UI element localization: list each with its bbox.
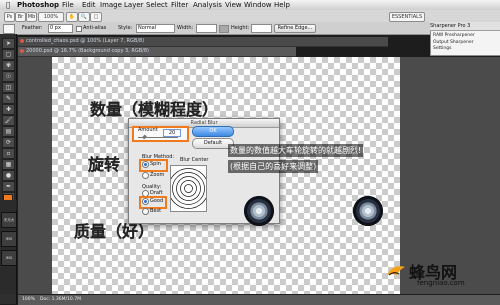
best-label: Best: [150, 208, 162, 214]
amount-input[interactable]: 20: [163, 129, 181, 137]
wheel-icon-2: [353, 196, 383, 226]
zoom-icon[interactable]: 🔍: [78, 12, 90, 22]
menu-select[interactable]: Select: [146, 0, 168, 10]
sharpener-item-1[interactable]: RAW Presharpener: [433, 33, 475, 38]
close-tab-1-icon[interactable]: [20, 39, 24, 43]
good-label: Good: [150, 198, 164, 204]
rotation-annotation: 旋转: [88, 155, 121, 174]
widget-2[interactable]: IMG: [1, 231, 17, 247]
workspace-button[interactable]: ESSENTIALS: [389, 12, 425, 22]
gradient-tool-icon[interactable]: ▦: [2, 159, 15, 170]
menu-view[interactable]: View: [225, 0, 242, 10]
anti-alias-checkbox[interactable]: [76, 26, 82, 32]
marquee-tool-icon[interactable]: [3, 24, 15, 34]
menu-edit[interactable]: Edit: [82, 0, 96, 10]
document-tab-1[interactable]: controlled_chaos.psd @ 100% (Layer 7, RG…: [18, 37, 388, 47]
healing-tool-icon[interactable]: ✚: [2, 104, 15, 115]
widget-2-label: IMG: [5, 237, 13, 241]
widget-1-label: 天元大: [3, 218, 15, 222]
height-label: Height:: [231, 25, 250, 31]
document-tab-2-title: 20000.psd @ 16.7% (Background copy 3, RG…: [26, 48, 149, 54]
widget-1[interactable]: 天元大: [1, 212, 17, 228]
lasso-tool-icon[interactable]: ✾: [2, 60, 15, 71]
hand-icon[interactable]: ✋: [66, 12, 78, 22]
menu-file[interactable]: File: [62, 0, 74, 10]
best-radio[interactable]: [142, 208, 149, 215]
app-name[interactable]: Photoshop: [17, 0, 59, 10]
crop-tool-icon[interactable]: ◫: [2, 82, 15, 93]
feather-label: Feather:: [22, 25, 43, 31]
spin-radio[interactable]: [142, 161, 149, 168]
status-doc: Doc: 1.36M/10.7M: [40, 297, 81, 302]
menu-help[interactable]: Help: [274, 0, 290, 10]
marquee-tool-icon-left[interactable]: ▢: [2, 49, 15, 60]
refine-edge-button[interactable]: Refine Edge...: [274, 24, 316, 33]
bird-logo-icon: [387, 266, 405, 276]
note-line-1: 数量的数值越大车轮旋转的就越剧烈!: [228, 144, 364, 157]
sharpener-item-2[interactable]: Output Sharpener: [433, 40, 473, 45]
good-radio[interactable]: [142, 198, 149, 205]
document-tab-1-title: controlled_chaos.psd @ 100% (Layer 7, RG…: [26, 38, 145, 44]
widget-3-label: IMG: [5, 256, 13, 260]
bridge-icon[interactable]: Br: [15, 12, 26, 22]
swap-icon[interactable]: [219, 25, 229, 33]
widget-3[interactable]: IMG: [1, 250, 17, 266]
sharpener-panel-header: Sharpener Pro 3: [430, 22, 500, 31]
sharpener-item-3[interactable]: Settings: [433, 46, 451, 51]
document-tab-2[interactable]: 20000.psd @ 16.7% (Background copy 3, RG…: [18, 47, 296, 57]
mini-bridge-icon[interactable]: Mb: [26, 12, 37, 22]
menu-analysis[interactable]: Analysis: [193, 0, 222, 10]
quick-select-tool-icon[interactable]: ☉: [2, 71, 15, 82]
zoom-level[interactable]: 100%: [38, 12, 64, 22]
blur-center-label: Blur Center: [180, 157, 209, 163]
brush-tool-icon[interactable]: 🖌: [2, 115, 15, 126]
wheel-icon-1: [244, 196, 274, 226]
arrange-icon[interactable]: □: [90, 12, 102, 22]
zoom-radio[interactable]: [142, 172, 149, 179]
pen-tool-icon[interactable]: ✒: [2, 181, 15, 192]
menu-filter[interactable]: Filter: [171, 0, 188, 10]
move-tool-icon[interactable]: ➤: [2, 38, 15, 49]
eraser-tool-icon[interactable]: ▫: [2, 148, 15, 159]
status-zoom: 100%: [22, 297, 35, 302]
dodge-tool-icon[interactable]: ●: [2, 170, 15, 181]
zoom-label: Zoom: [150, 172, 165, 178]
history-brush-tool-icon[interactable]: ⟳: [2, 137, 15, 148]
style-label: Style:: [118, 25, 133, 31]
clone-stamp-tool-icon[interactable]: ▤: [2, 126, 15, 137]
amount-label: Amount: [138, 127, 158, 133]
status-bar: 100% Doc: 1.36M/10.7M: [18, 294, 500, 305]
options-bar: Feather: 0 px Anti-alias Style: Normal W…: [0, 22, 500, 35]
close-tab-2-icon[interactable]: [20, 49, 24, 53]
spin-label: Spin: [150, 161, 161, 167]
ok-button[interactable]: OK: [192, 126, 234, 137]
height-input[interactable]: [251, 24, 272, 33]
anti-alias-label: Anti-alias: [83, 25, 107, 31]
width-input[interactable]: [196, 24, 217, 33]
amount-annotation: 数量（模糊程度）: [90, 100, 219, 119]
style-select[interactable]: Normal: [136, 24, 175, 33]
eyedropper-tool-icon[interactable]: ✎: [2, 93, 15, 104]
blur-center-preview[interactable]: [168, 165, 209, 212]
ps-logo-icon: Ps: [4, 12, 15, 22]
menu-window[interactable]: Window: [244, 0, 272, 10]
note-line-2: (根据自己的喜好来调整): [228, 160, 319, 173]
width-label: Width:: [177, 25, 194, 31]
logo-url: fengniao.com: [417, 279, 465, 287]
menu-layer[interactable]: Layer: [124, 0, 144, 10]
note-box: 数量的数值越大车轮旋转的就越剧烈! (根据自己的喜好来调整): [228, 144, 454, 178]
feather-input[interactable]: 0 px: [48, 24, 73, 33]
apple-menu-icon[interactable]: : [6, 0, 10, 10]
blur-center-graphic: [168, 168, 209, 209]
menu-image[interactable]: Image: [100, 0, 122, 10]
left-widget-strip: 天元大 IMG IMG: [0, 200, 17, 294]
